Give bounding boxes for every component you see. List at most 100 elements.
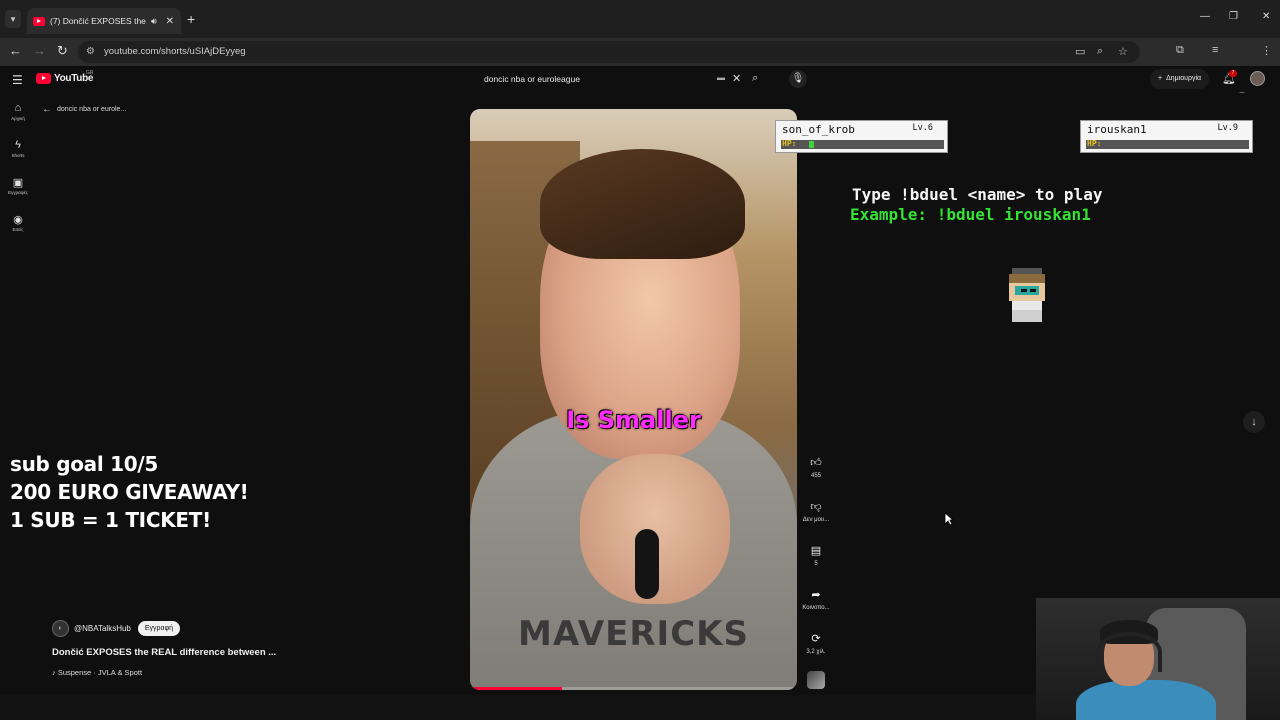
game-example: Example: !bduel irouskan1 — [850, 205, 1091, 224]
game-instruction: Type !bduel <name> to play — [852, 185, 1103, 204]
rail-item-you[interactable]: ◉ Εσείς — [4, 213, 32, 232]
site-info-icon[interactable]: ⚙ — [86, 46, 95, 57]
speaker-icon[interactable]: 🔊︎ — [151, 16, 157, 27]
address-bar[interactable]: ⚙ youtube.com/shorts/uSIAjDEyyeg ▭ ⌕ ☆ — [78, 41, 1140, 63]
account-avatar[interactable] — [1250, 71, 1265, 86]
goal-line: 200 EURO GIVEAWAY! — [10, 480, 249, 504]
clear-search-icon[interactable]: ✕ — [732, 72, 741, 85]
shirt-print: MAVERICKS — [518, 614, 749, 654]
share-icon: ➦ — [811, 589, 821, 601]
player2-level: Lv.9 — [1217, 123, 1238, 133]
remix-count: 3,2 χιλ. — [806, 649, 826, 655]
player2-hp-bar: HP: — [1086, 139, 1249, 149]
media-control-icon[interactable]: ≡ — [1212, 44, 1218, 56]
youtube-header: ☰ YouTube GR doncic nba or euroleague ▬ … — [0, 66, 1280, 92]
remix-button[interactable]: ⟳ 3,2 χιλ. — [800, 632, 832, 655]
rail-label: Εσείς — [12, 227, 24, 232]
back-to-search[interactable]: ← doncic nba or eurole... — [42, 104, 126, 115]
hp-label: HP: — [1087, 139, 1102, 148]
forward-icon[interactable]: → — [33, 43, 46, 58]
browser-toolbar: ← → ↻ ⚙ youtube.com/shorts/uSIAjDEyyeg ▭… — [0, 38, 1280, 93]
notification-count-badge: 7 — [1229, 70, 1237, 77]
new-tab-icon[interactable]: + — [187, 11, 195, 27]
pixel-character-sprite — [1009, 268, 1045, 322]
channel-avatar[interactable]: ◐ — [52, 620, 69, 637]
mouse-cursor-icon — [944, 512, 954, 526]
channel-name[interactable]: @NBATalksHub — [74, 624, 131, 633]
browser-tab-bar: ▾ (7) Dončić EXPOSES the REAL difference… — [0, 0, 1280, 38]
back-arrow-icon: ← — [42, 104, 52, 115]
video-progress-fill — [470, 687, 562, 690]
video-microphone — [635, 529, 659, 599]
like-button[interactable]: 👍︎ 455 — [800, 456, 832, 479]
restore-icon[interactable]: ❐ — [1229, 11, 1238, 22]
remix-icon: ⟳ — [811, 633, 821, 645]
zoom-icon[interactable]: ⌕ — [1097, 45, 1103, 58]
dislike-icon: 👎︎ — [810, 501, 822, 513]
headset — [1096, 632, 1162, 672]
player2-name: irouskan1 — [1087, 123, 1147, 136]
create-label: Δημιουργία — [1166, 75, 1202, 82]
rail-label: Αρχική — [11, 116, 25, 121]
video-progress-bar[interactable] — [470, 687, 797, 690]
player1-name: son_of_krob — [782, 123, 855, 136]
subscribe-button[interactable]: Εγγραφή — [137, 621, 181, 636]
plus-icon: + — [1158, 75, 1163, 82]
youtube-logo[interactable]: YouTube — [36, 73, 94, 84]
rail-item-shorts[interactable]: ϟ Shorts — [4, 139, 32, 158]
music-credit[interactable]: ♪ Suspense · JVLA & Spott — [52, 668, 142, 677]
rail-item-subscriptions[interactable]: ▣ Εγγραφές — [4, 176, 32, 195]
channel-row: ◐ @NBATalksHub Εγγραφή — [52, 620, 181, 637]
rail-item-home[interactable]: ⌂ Αρχική — [4, 102, 32, 121]
minimize-icon[interactable]: — — [1200, 11, 1210, 22]
comment-count: 5 — [814, 561, 818, 567]
cast-icon[interactable]: ▭ — [1075, 45, 1085, 58]
url-text[interactable]: youtube.com/shorts/uSIAjDEyyeg — [104, 46, 246, 57]
video-hair — [540, 149, 745, 259]
microphone-icon[interactable]: 🎙︎ — [789, 70, 807, 88]
rail-label: Εγγραφές — [8, 190, 28, 195]
dislike-button[interactable]: 👎︎ Δεν μου... — [800, 500, 832, 523]
share-label: Κοινοπο... — [802, 605, 830, 611]
player1-panel: son_of_krob Lv.6 HP: — [775, 120, 948, 153]
share-button[interactable]: ➦ Κοινοπο... — [800, 588, 832, 611]
shorts-icon: ϟ — [15, 139, 21, 151]
window-close-icon[interactable]: ✕ — [1262, 11, 1270, 22]
player2-panel: irouskan1 Lv.9 HP: — [1080, 120, 1253, 153]
you-icon: ◉ — [13, 214, 23, 226]
tab-title: (7) Dončić EXPOSES the REAL difference b… — [50, 16, 146, 26]
rail-label: Shorts — [11, 153, 25, 158]
back-icon[interactable]: ← — [9, 43, 22, 58]
comments-button[interactable]: ▤ 5 — [800, 544, 832, 567]
tab-search-chevron-icon[interactable]: ▾ — [5, 10, 21, 28]
hamburger-menu-icon[interactable]: ☰ — [12, 73, 23, 87]
youtube-play-logo-icon — [36, 73, 51, 84]
youtube-favicon-icon — [33, 16, 45, 26]
goal-line: 1 SUB = 1 TICKET! — [10, 508, 211, 532]
bookmark-star-icon[interactable]: ☆ — [1118, 45, 1128, 58]
short-title[interactable]: Dončić EXPOSES the REAL difference betwe… — [52, 647, 276, 658]
keyboard-icon[interactable]: ▬ — [717, 73, 725, 82]
streamer-webcam — [1036, 598, 1280, 720]
short-video-player[interactable]: MAVERICKS Is Smaller — [470, 109, 797, 690]
hp-label: HP: — [782, 139, 797, 148]
reload-icon[interactable]: ↻ — [57, 43, 68, 59]
sound-thumbnail[interactable] — [807, 671, 825, 689]
next-short-down-icon[interactable]: ↓ — [1243, 411, 1265, 433]
streamer-body — [1076, 680, 1216, 720]
like-count: 455 — [810, 473, 821, 479]
browser-tab-active[interactable]: (7) Dončić EXPOSES the REAL difference b… — [27, 8, 181, 34]
comment-icon: ▤ — [810, 545, 822, 557]
search-query[interactable]: doncic nba or euroleague — [484, 74, 580, 84]
extensions-puzzle-icon[interactable]: ⧉ — [1176, 44, 1184, 57]
like-icon: 👍︎ — [810, 457, 822, 469]
browser-menu-icon[interactable]: ⋮ — [1261, 44, 1272, 57]
region-code: GR — [86, 70, 94, 76]
search-input[interactable]: doncic nba or euroleague ▬ ✕ — [476, 69, 744, 89]
subscriptions-icon: ▣ — [12, 177, 24, 189]
bottom-strip — [0, 695, 1036, 720]
tab-close-icon[interactable]: ✕ — [166, 16, 174, 27]
create-button[interactable]: + Δημιουργία — [1150, 69, 1210, 89]
dislike-label: Δεν μου... — [802, 517, 830, 523]
search-icon[interactable]: ⌕ — [752, 72, 758, 85]
